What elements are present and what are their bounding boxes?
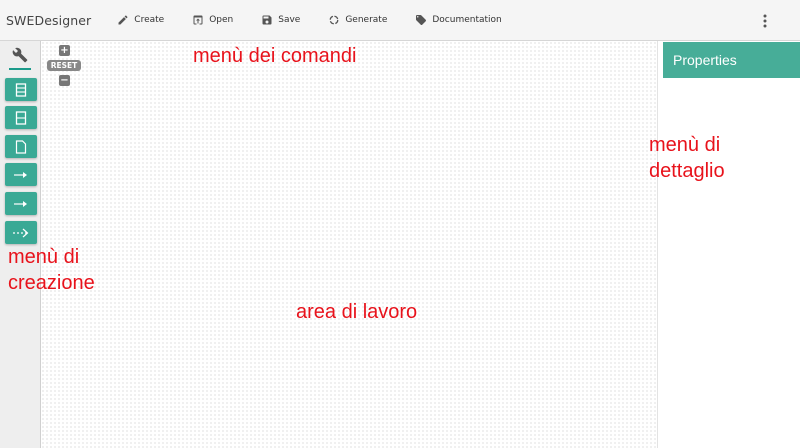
- annotation-creation-menu-line1: menù di: [8, 246, 80, 268]
- directed-arrow-icon: [14, 200, 27, 207]
- annotation-creation-menu-line2: creazione: [8, 272, 95, 294]
- properties-panel: Properties: [657, 41, 800, 448]
- generate-label: Generate: [345, 15, 388, 25]
- association-tool-button[interactable]: [5, 163, 37, 186]
- split-box-icon: [15, 110, 27, 125]
- create-label: Create: [134, 15, 165, 25]
- annotation-detail-menu-line2: dettaglio: [649, 160, 725, 182]
- dependency-tool-button[interactable]: [5, 221, 37, 244]
- kebab-menu-icon[interactable]: [759, 12, 771, 30]
- open-label: Open: [209, 15, 234, 25]
- documentation-label: Documentation: [432, 15, 502, 25]
- save-icon: [262, 15, 272, 25]
- create-button[interactable]: Create: [111, 6, 170, 34]
- note-icon: [15, 139, 27, 154]
- tag-icon: [416, 15, 427, 26]
- directed-tool-button[interactable]: [5, 192, 37, 215]
- save-label: Save: [278, 15, 301, 25]
- save-button[interactable]: Save: [255, 6, 306, 34]
- documentation-button[interactable]: Documentation: [409, 6, 507, 34]
- work-area-canvas[interactable]: + RESET −: [41, 41, 657, 448]
- zoom-in-button[interactable]: +: [59, 45, 70, 56]
- open-icon: [193, 15, 203, 25]
- reset-zoom-button[interactable]: RESET: [47, 60, 81, 71]
- app-title: SWEDesigner: [6, 12, 92, 28]
- split-class-tool-button[interactable]: [5, 106, 37, 129]
- class-tool-button[interactable]: [5, 78, 37, 101]
- class-box-icon: [15, 82, 27, 97]
- note-tool-button[interactable]: [5, 135, 37, 158]
- open-button[interactable]: Open: [186, 6, 239, 34]
- active-tab-indicator: [9, 68, 31, 70]
- generate-icon: [329, 15, 339, 25]
- wrench-icon[interactable]: [12, 47, 28, 63]
- pencil-icon: [118, 15, 128, 25]
- zoom-out-button[interactable]: −: [59, 75, 70, 86]
- association-arrow-icon: [14, 171, 27, 178]
- annotation-commands-menu: menù dei comandi: [193, 45, 357, 67]
- top-toolbar: SWEDesigner Create Open Save Generate Do…: [0, 0, 800, 41]
- annotation-detail-menu-line1: menù di: [649, 134, 721, 156]
- annotation-work-area: area di lavoro: [296, 301, 418, 323]
- properties-title: Properties: [663, 42, 800, 78]
- dashed-arrow-icon: [13, 228, 29, 237]
- generate-button[interactable]: Generate: [322, 6, 393, 34]
